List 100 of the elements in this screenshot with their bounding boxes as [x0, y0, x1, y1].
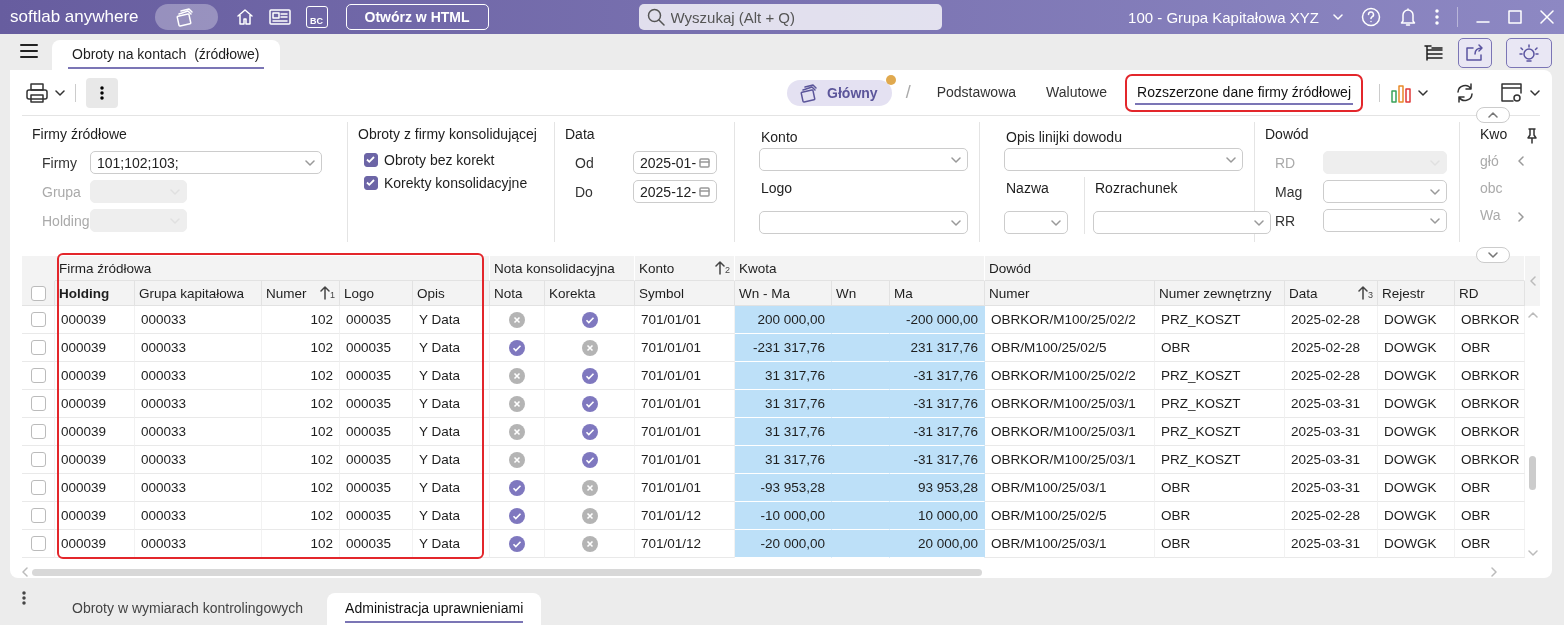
row-checkbox[interactable] — [30, 368, 46, 383]
table-cell: 000033 — [135, 446, 262, 474]
chevron-down-icon[interactable] — [55, 89, 65, 96]
chevron-up-icon — [1527, 312, 1538, 318]
table-cell: 200 000,00 — [735, 306, 832, 334]
bar-chart-icon[interactable] — [1390, 82, 1412, 103]
table-cell: 000039 — [55, 362, 135, 390]
dropdown-field[interactable] — [759, 211, 968, 234]
chevron-down-icon[interactable] — [1530, 89, 1540, 96]
dropdown-field[interactable] — [1323, 209, 1447, 232]
chevron-left-icon[interactable] — [1518, 156, 1524, 166]
help-icon[interactable] — [1361, 7, 1381, 27]
sort-up-icon[interactable] — [1358, 286, 1368, 300]
column-header[interactable]: Korekta — [549, 285, 596, 301]
chevron-left-icon[interactable] — [1529, 276, 1536, 286]
column-header[interactable]: Data — [1289, 285, 1318, 301]
window-settings-icon[interactable] — [1500, 81, 1524, 104]
column-header[interactable]: Numer zewnętrzny — [1159, 285, 1272, 301]
column-header[interactable]: Numer — [266, 285, 307, 301]
table-cell: OBR/M100/25/02/5 — [985, 334, 1155, 362]
row-checkbox[interactable] — [30, 452, 46, 467]
select-all-checkbox[interactable] — [30, 285, 46, 301]
row-checkbox[interactable] — [30, 312, 46, 327]
column-header[interactable]: Ma — [894, 285, 913, 301]
expand-button[interactable] — [1476, 247, 1510, 263]
row-checkbox[interactable] — [30, 396, 46, 411]
tree-list-icon[interactable] — [1424, 44, 1444, 62]
chevron-down-icon — [1430, 217, 1440, 224]
dropdown-field[interactable]: 101;102;103; — [90, 151, 322, 174]
document-tab[interactable]: Administracja uprawnieniami — [327, 593, 542, 625]
table-cell: 000035 — [340, 530, 413, 558]
chevron-down-icon — [951, 156, 961, 163]
column-header[interactable]: Numer — [989, 285, 1030, 301]
search-field[interactable]: Wyszukaj (Alt + Q) — [638, 4, 942, 30]
more-button[interactable] — [86, 77, 118, 108]
pin-icon[interactable] — [1526, 128, 1538, 144]
date-field[interactable]: 2025-01- — [633, 151, 717, 174]
chevron-left-icon[interactable] — [22, 567, 28, 577]
chevron-down-icon[interactable] — [1418, 89, 1428, 96]
dropdown-field[interactable] — [1093, 211, 1271, 234]
table-cell: DOWGK — [1378, 362, 1455, 390]
newspaper-icon[interactable] — [268, 8, 291, 26]
row-checkbox[interactable] — [30, 424, 46, 439]
column-header[interactable]: Wn - Ma — [739, 285, 790, 301]
column-header[interactable]: Holding — [59, 285, 110, 301]
kebab-icon[interactable] — [1435, 9, 1439, 25]
sort-order: 1 — [330, 291, 335, 300]
row-checkbox[interactable] — [30, 508, 46, 523]
sort-up-icon[interactable] — [320, 286, 330, 300]
table-cell: 000039 — [55, 446, 135, 474]
menu-icon[interactable] — [20, 44, 38, 58]
column-header[interactable]: Rejestr — [1382, 285, 1425, 301]
row-checkbox[interactable] — [30, 340, 46, 355]
document-tab[interactable]: Obroty na kontach (źródłowe) — [52, 40, 280, 70]
view-tab[interactable]: Rozszerzone dane firmy źródłowej — [1125, 73, 1363, 112]
scrollbar-thumb[interactable] — [32, 568, 982, 576]
column-header[interactable]: Nota — [494, 285, 523, 301]
dropdown-field[interactable] — [759, 148, 968, 171]
column-header[interactable]: RD — [1459, 285, 1479, 301]
share-button[interactable] — [1458, 38, 1492, 68]
home-icon[interactable] — [234, 7, 255, 27]
view-tab[interactable]: Walutowe — [1034, 73, 1119, 112]
column-header[interactable]: Opis — [417, 285, 445, 301]
checkbox[interactable] — [364, 175, 378, 190]
breadcrumb-separator: / — [905, 82, 911, 103]
column-header[interactable]: Logo — [344, 285, 375, 301]
refresh-icon[interactable] — [1454, 81, 1476, 104]
field-label: Rozrachunek — [1095, 180, 1178, 196]
table-cell: Y Data — [413, 306, 490, 334]
checkbox[interactable] — [364, 152, 378, 167]
kebab-icon[interactable] — [22, 591, 26, 605]
theme-button[interactable] — [1506, 38, 1552, 68]
dropdown-field[interactable] — [1323, 180, 1447, 203]
chevron-right-icon[interactable] — [1518, 212, 1524, 222]
bc-button[interactable]: BC — [305, 6, 328, 28]
scrollbar-thumb[interactable] — [1529, 456, 1536, 490]
close-icon[interactable] — [1540, 10, 1554, 24]
field-label: Holding — [41, 212, 90, 229]
maximize-icon[interactable] — [1508, 10, 1522, 24]
apps-button[interactable] — [154, 4, 218, 30]
column-header[interactable]: Wn — [836, 285, 857, 301]
table-cell: 102 — [262, 306, 340, 334]
bell-icon[interactable] — [1399, 7, 1417, 27]
table-cell: 000035 — [340, 362, 413, 390]
date-field[interactable]: 2025-12- — [633, 180, 717, 203]
open-html-button[interactable]: Otwórz w HTML — [345, 4, 489, 30]
table-cell: -93 953,28 — [735, 474, 832, 502]
table-cell: DOWGK — [1378, 334, 1455, 362]
view-tab[interactable]: Podstawowa — [924, 73, 1029, 112]
document-tab[interactable]: Obroty w wymiarach kontrolingowych — [54, 593, 322, 625]
dropdown-field[interactable] — [1004, 148, 1243, 171]
row-checkbox[interactable] — [30, 536, 46, 551]
chevron-right-icon[interactable] — [1491, 567, 1497, 577]
column-header[interactable]: Symbol — [639, 285, 684, 301]
column-header[interactable]: Grupa kapitałowa — [139, 285, 245, 301]
dropdown-field[interactable] — [1004, 211, 1068, 234]
row-checkbox[interactable] — [30, 480, 46, 495]
printer-icon[interactable] — [25, 81, 49, 104]
sort-up-icon[interactable] — [715, 261, 725, 275]
table-cell: OBRKOR — [1455, 418, 1525, 446]
